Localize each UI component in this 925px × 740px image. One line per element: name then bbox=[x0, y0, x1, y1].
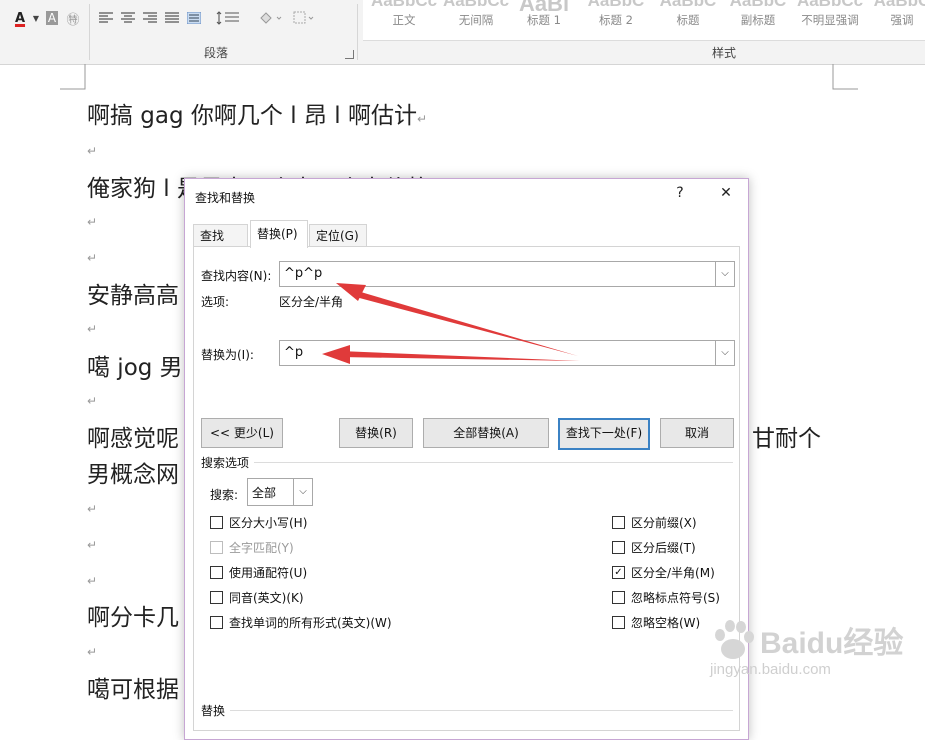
annotation-arrow-head bbox=[322, 345, 350, 364]
watermark-url: jingyan.baidu.com bbox=[710, 661, 831, 678]
annotation-arrow bbox=[340, 351, 580, 361]
baidu-watermark: Baidu经验 jingyan.baidu.com bbox=[708, 617, 903, 678]
watermark-text: Baidu经验 bbox=[760, 627, 904, 660]
paw-logo-icon bbox=[715, 620, 754, 659]
annotation-arrow bbox=[352, 290, 578, 356]
annotation-arrows bbox=[322, 283, 580, 364]
tab-replace[interactable]: 替换(P) bbox=[250, 220, 308, 248]
